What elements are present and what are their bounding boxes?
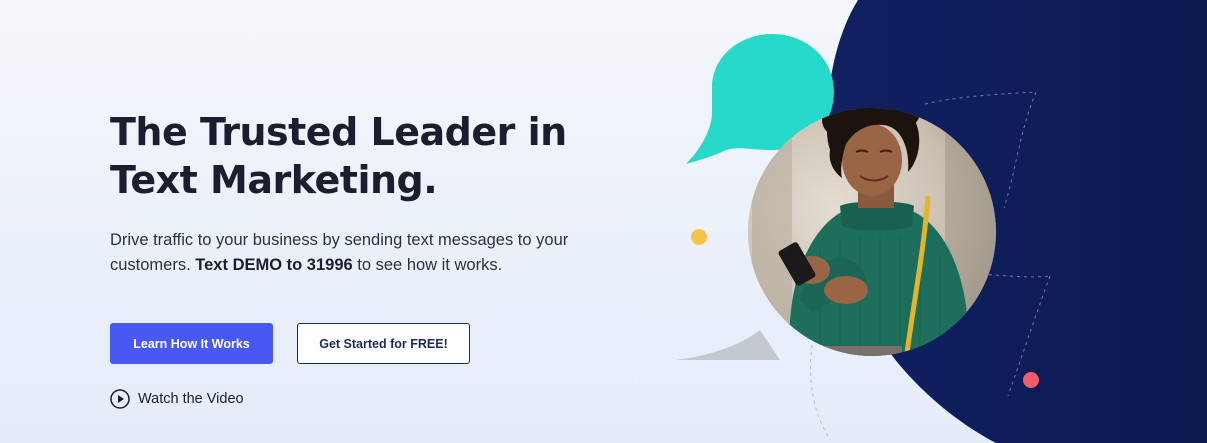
yellow-dot bbox=[691, 229, 707, 245]
hero-section: The Trusted Leader in Text Marketing. Dr… bbox=[0, 0, 1207, 443]
headline-line-2: Text Marketing. bbox=[110, 158, 438, 202]
hero-subcopy: Drive traffic to your business by sendin… bbox=[110, 228, 610, 278]
watch-video-label: Watch the Video bbox=[138, 391, 244, 407]
watch-video-link[interactable]: Watch the Video bbox=[110, 389, 244, 409]
hero-headline: The Trusted Leader in Text Marketing. bbox=[110, 108, 670, 204]
photo-tail-shape bbox=[676, 330, 780, 360]
get-started-free-button[interactable]: Get Started for FREE! bbox=[297, 323, 470, 364]
headline-line-1: The Trusted Leader in bbox=[110, 110, 567, 154]
subcopy-strong: Text DEMO to 31996 bbox=[195, 256, 353, 274]
coral-dot bbox=[1023, 372, 1039, 388]
subcopy-text-end: to see how it works. bbox=[352, 256, 503, 274]
play-circle-icon bbox=[110, 389, 130, 409]
hero-copy: The Trusted Leader in Text Marketing. Dr… bbox=[110, 108, 670, 278]
hero-buttons: Learn How It Works Get Started for FREE! bbox=[110, 323, 470, 364]
learn-how-it-works-button[interactable]: Learn How It Works bbox=[110, 323, 273, 364]
